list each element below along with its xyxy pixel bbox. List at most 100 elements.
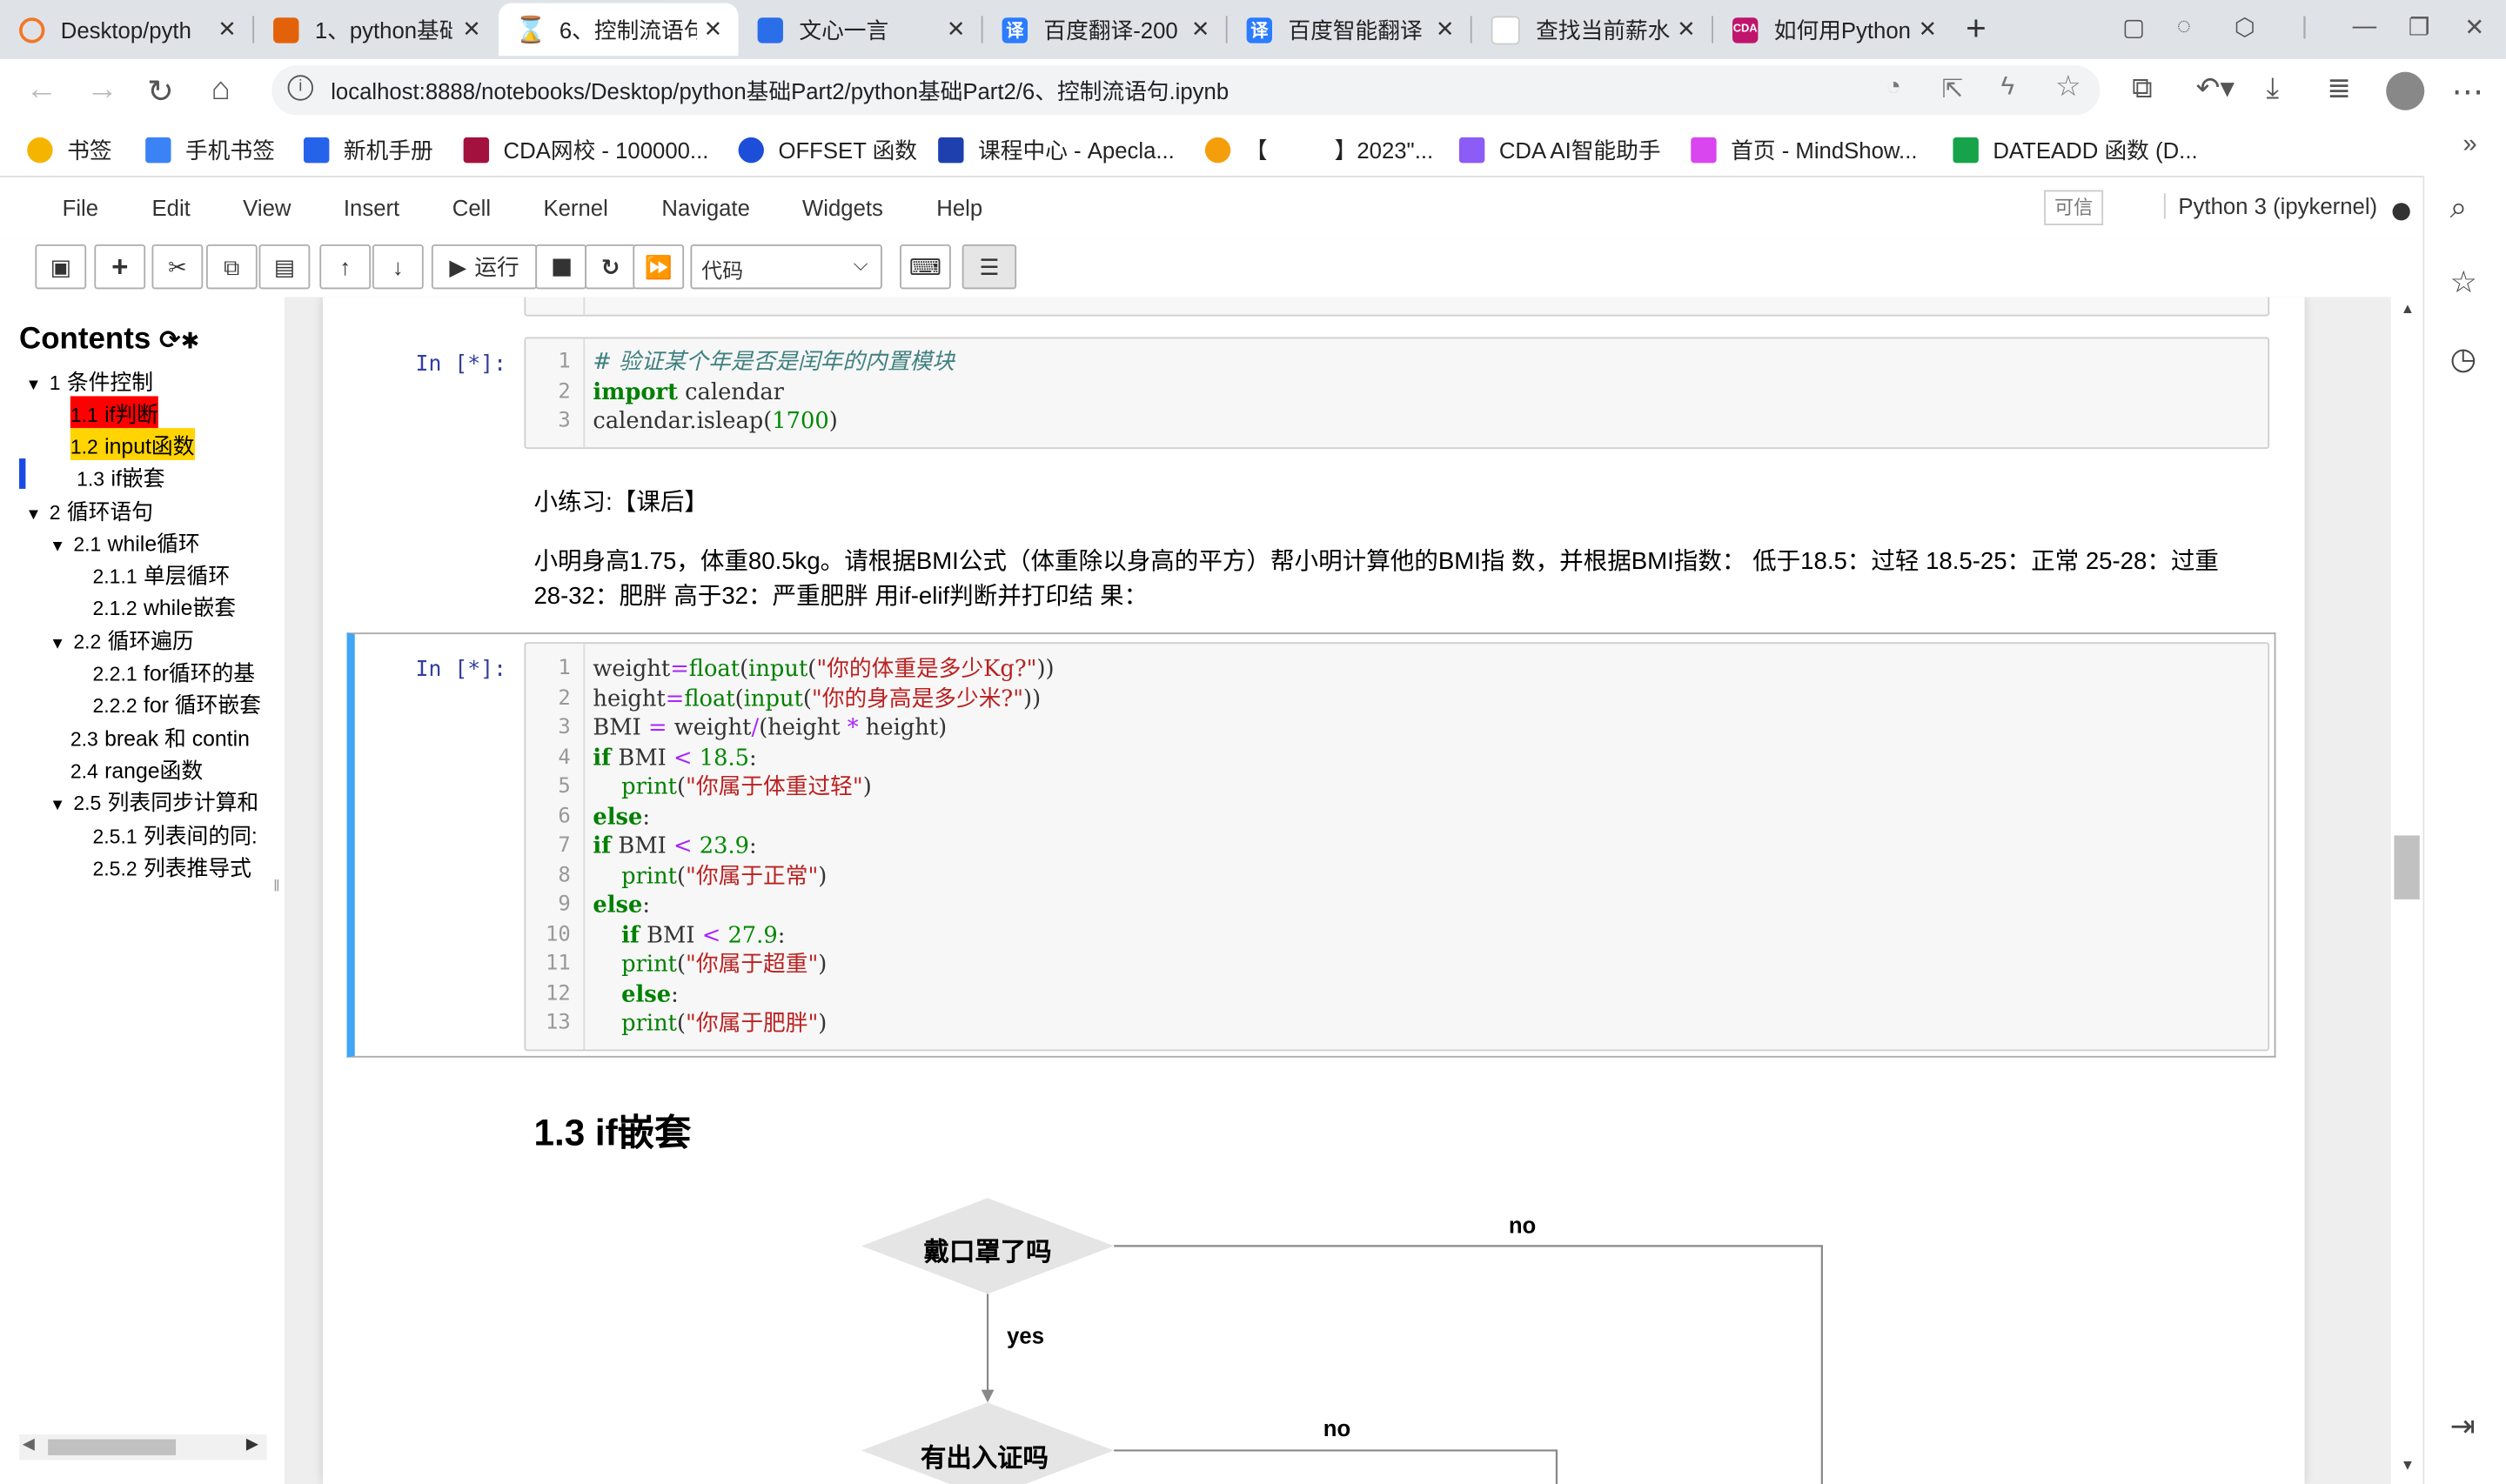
- tab-3[interactable]: 文心一言 ✕: [739, 3, 982, 57]
- toc-item[interactable]: 1.1 if判断: [70, 396, 159, 429]
- menu-view[interactable]: View: [243, 195, 291, 220]
- download-icon[interactable]: ⤓: [2266, 72, 2279, 106]
- save-button[interactable]: ▣: [35, 244, 87, 290]
- close-icon[interactable]: ✕: [704, 16, 723, 43]
- refresh-icon[interactable]: ⟳: [159, 327, 181, 354]
- bolt-icon[interactable]: ϟ: [2001, 73, 2015, 102]
- collapse-sidebar-icon[interactable]: ⇥: [2450, 1409, 2476, 1446]
- caret-down-icon[interactable]: ▼: [25, 506, 41, 524]
- toc-item[interactable]: ▼ 2.1 while循环: [50, 525, 200, 558]
- scroll-down-icon[interactable]: ▼: [2401, 1457, 2415, 1473]
- caret-down-icon[interactable]: ▼: [50, 538, 65, 556]
- cell-type-select[interactable]: 代码 ⌵: [690, 244, 882, 290]
- toc-item[interactable]: 1.3 if嵌套: [77, 460, 164, 492]
- collections-icon[interactable]: ≣: [2327, 72, 2351, 106]
- star-icon[interactable]: ☆: [2055, 70, 2081, 104]
- toc-toggle-button[interactable]: ☰: [962, 244, 1017, 290]
- bookmark-item[interactable]: OFFSET 函数: [738, 134, 917, 166]
- toc-item[interactable]: ▼ 2.2 循环遍历: [50, 623, 194, 655]
- toc-item[interactable]: ▼ 2.5 列表同步计算和: [50, 785, 258, 817]
- code-cell-partial[interactable]: [524, 297, 2270, 317]
- history-back-icon[interactable]: ↶▾: [2196, 72, 2235, 106]
- scroll-up-icon[interactable]: ▲: [2401, 300, 2415, 316]
- minimize-button[interactable]: —: [2353, 13, 2377, 40]
- bookmark-item[interactable]: 首页 - MindShow...: [1691, 134, 1917, 166]
- bookmark-item[interactable]: 手机书签: [145, 134, 275, 166]
- tab-1[interactable]: 1、python基础 ✕: [254, 3, 497, 57]
- menu-navigate[interactable]: Navigate: [661, 195, 750, 220]
- trusted-indicator[interactable]: 可信: [2044, 190, 2104, 225]
- menu-insert[interactable]: Insert: [344, 195, 399, 220]
- new-tab-button[interactable]: +: [1966, 8, 1987, 50]
- toc-item[interactable]: ▼ 2 循环语句: [25, 493, 153, 525]
- code-cell-isleap[interactable]: 1 2 3 # 验证某个年是否是闰年的内置模块 import calendar …: [524, 337, 2270, 450]
- more-icon[interactable]: ⋯: [2451, 72, 2483, 112]
- menu-cell[interactable]: Cell: [452, 195, 491, 220]
- insert-cell-button[interactable]: +: [94, 244, 146, 290]
- bookmark-item[interactable]: CDA网校 - 100000...: [463, 134, 708, 166]
- chevron-right-icon[interactable]: »: [2462, 131, 2476, 160]
- tab-5[interactable]: 译 百度智能翻译 ✕: [1228, 3, 1471, 57]
- toc-item[interactable]: 2.1.1 单层循环: [93, 558, 231, 590]
- move-up-button[interactable]: ↑: [319, 244, 372, 290]
- bookmark-item[interactable]: 课程中心 - Apecla...: [938, 134, 1175, 166]
- clock-icon[interactable]: ◷: [2450, 342, 2476, 378]
- run-all-button[interactable]: ⏩: [633, 244, 685, 290]
- extensions-icon[interactable]: ⧉: [2132, 72, 2153, 106]
- menu-file[interactable]: File: [63, 195, 98, 220]
- bookmark-item[interactable]: 书签: [27, 134, 112, 166]
- close-icon[interactable]: ✕: [1677, 16, 1696, 43]
- caret-down-icon[interactable]: ▼: [50, 797, 65, 814]
- page-scroll-thumb[interactable]: [2394, 835, 2420, 899]
- restore-button[interactable]: ❐: [2409, 13, 2430, 42]
- tab-search-icon[interactable]: ▢: [2122, 13, 2145, 42]
- toc-item[interactable]: 2.3 break 和 contin: [70, 720, 250, 752]
- share-icon[interactable]: ⇱: [1942, 73, 1964, 105]
- command-palette-button[interactable]: ⌨: [900, 244, 951, 290]
- toc-item[interactable]: 2.1.2 while嵌套: [93, 590, 237, 622]
- close-icon[interactable]: ✕: [1191, 16, 1210, 43]
- code-cell-bmi[interactable]: 1 2 3 4 5 6 7 8 9 10 11 12 13 weight=flo…: [524, 642, 2270, 1052]
- menu-help[interactable]: Help: [936, 195, 982, 220]
- search-icon[interactable]: ⌕: [2450, 191, 2468, 226]
- toc-item[interactable]: 2.2.2 for 循环嵌套: [93, 687, 261, 719]
- bookmark-item[interactable]: 【 】2023"...: [1204, 134, 1433, 166]
- toc-item[interactable]: 2.2.1 for循环的基: [93, 655, 256, 687]
- tab-0[interactable]: Desktop/pyth ✕: [0, 3, 252, 57]
- code-text[interactable]: weight=float(input("你的体重是多少Kg?")) height…: [593, 655, 1054, 1039]
- tab-4[interactable]: 译 百度翻译-200 ✕: [983, 3, 1226, 57]
- url-bar[interactable]: i localhost:8888/notebooks/Desktop/pytho…: [271, 65, 2101, 116]
- caret-down-icon[interactable]: ▼: [25, 377, 41, 394]
- reload-icon[interactable]: ↻: [147, 72, 174, 112]
- paste-button[interactable]: ▤: [258, 244, 311, 290]
- toc-horizontal-scrollbar[interactable]: ◀ ▶: [19, 1434, 267, 1461]
- scroll-right-icon[interactable]: ▶: [246, 1436, 258, 1454]
- close-icon[interactable]: ✕: [1436, 16, 1455, 43]
- performance-icon[interactable]: ◔: [1886, 73, 1901, 102]
- tab-6[interactable]: 查找当前薪水 ✕: [1472, 3, 1712, 57]
- resize-handle[interactable]: ‖: [273, 879, 280, 896]
- favorite-icon[interactable]: ☆: [2450, 265, 2477, 302]
- close-window-button[interactable]: ✕: [2464, 13, 2484, 42]
- toc-item[interactable]: ▼ 1 条件控制: [25, 364, 153, 397]
- menu-edit[interactable]: Edit: [151, 195, 190, 220]
- scroll-left-icon[interactable]: ◀: [23, 1436, 35, 1454]
- caret-down-icon[interactable]: ▼: [50, 636, 65, 653]
- home-icon[interactable]: ⌂: [211, 72, 230, 109]
- toc-item[interactable]: 2.5.1 列表间的同:: [93, 818, 258, 850]
- menu-widgets[interactable]: Widgets: [802, 195, 883, 220]
- interrupt-button[interactable]: [535, 244, 587, 290]
- extension-icon[interactable]: ⬡: [2235, 13, 2255, 42]
- menu-kernel[interactable]: Kernel: [543, 195, 607, 220]
- restart-button[interactable]: ↻: [585, 244, 637, 290]
- cut-button[interactable]: ✂: [151, 244, 204, 290]
- copy-button[interactable]: ⧉: [205, 244, 258, 290]
- close-icon[interactable]: ✕: [462, 16, 481, 43]
- bookmark-item[interactable]: DATEADD 函数 (D...: [1953, 134, 2198, 166]
- profile-switch-icon[interactable]: ◌: [2177, 13, 2191, 40]
- close-icon[interactable]: ✕: [218, 16, 237, 43]
- code-text[interactable]: # 验证某个年是否是闰年的内置模块 import calendar calend…: [593, 348, 954, 437]
- tab-2-active[interactable]: ⌛ 6、控制流语句 ✕: [499, 3, 739, 57]
- close-icon[interactable]: ✕: [1919, 16, 1938, 43]
- toc-item[interactable]: 2.4 range函数: [70, 752, 203, 785]
